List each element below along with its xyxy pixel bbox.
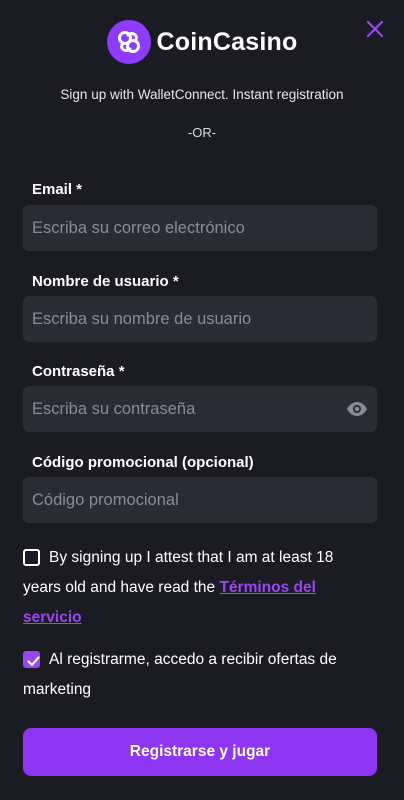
eye-icon[interactable]	[346, 401, 368, 417]
show-password-button[interactable]	[346, 401, 368, 417]
password-label: Contraseña *	[32, 363, 125, 380]
checkmark-icon	[27, 656, 40, 667]
username-input[interactable]	[32, 309, 368, 329]
password-field-wrapper	[23, 386, 377, 432]
email-field-wrapper	[23, 205, 377, 251]
walletconnect-signup: Sign up with WalletConnect. Instant regi…	[0, 87, 404, 102]
age-consent-checkbox[interactable]	[23, 549, 40, 566]
brand-name: CoinCasino	[156, 27, 298, 56]
promo-field-wrapper	[23, 477, 377, 523]
password-input[interactable]	[32, 399, 340, 419]
or-divider: -OR-	[187, 125, 217, 140]
promo-code-input[interactable]	[32, 490, 368, 510]
username-label: Nombre de usuario *	[32, 273, 179, 290]
marketing-consent-text: Al registrarme, accedo a recibir ofertas…	[23, 651, 337, 698]
walletconnect-link[interactable]: Sign up with WalletConnect. Instant regi…	[60, 87, 343, 102]
email-input[interactable]	[32, 218, 368, 238]
age-consent-row: By signing up I attest that I am at leas…	[23, 543, 373, 633]
email-label: Email *	[32, 181, 83, 198]
brand-mark-icon	[106, 20, 151, 64]
register-and-play-button[interactable]: Registrarse y jugar	[23, 728, 377, 776]
signup-modal: CoinCasino Sign up with WalletConnect. I…	[0, 0, 404, 800]
promo-label: Código promocional (opcional)	[32, 454, 254, 471]
marketing-consent-row: Al registrarme, accedo a recibir ofertas…	[23, 645, 373, 705]
username-field-wrapper	[23, 296, 377, 342]
brand-logo: CoinCasino	[0, 20, 404, 64]
marketing-consent-checkbox[interactable]	[23, 651, 40, 668]
